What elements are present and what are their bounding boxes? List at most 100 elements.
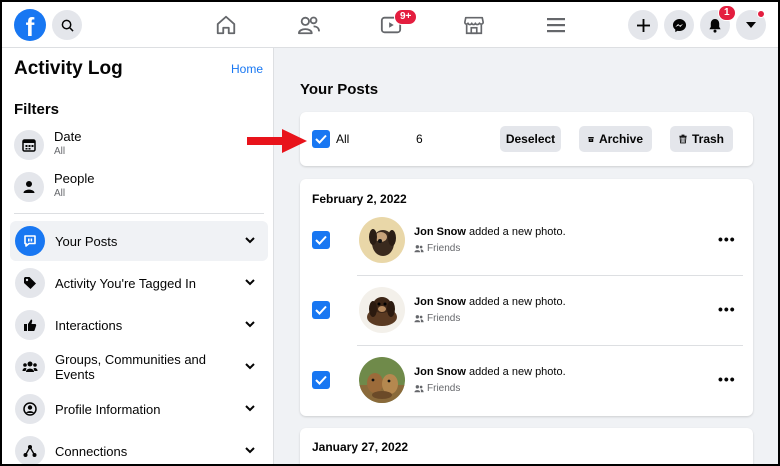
trash-icon bbox=[679, 134, 687, 144]
filter-people-value: All bbox=[54, 188, 66, 199]
sidebar-item-groups[interactable]: Groups, Communities and Events bbox=[10, 347, 268, 387]
archive-icon bbox=[588, 136, 594, 142]
selected-count: 6 bbox=[416, 132, 423, 146]
person-icon bbox=[14, 172, 44, 202]
friends-icon bbox=[414, 245, 424, 253]
post-more-options-button[interactable]: ••• bbox=[718, 301, 736, 317]
sidebar-item-label: Connections bbox=[55, 444, 128, 459]
groups-icon bbox=[15, 352, 45, 382]
red-arrow-annotation bbox=[247, 129, 307, 153]
deselect-button[interactable]: Deselect bbox=[500, 126, 561, 152]
chevron-down-icon bbox=[245, 447, 255, 454]
activity-log-sidebar: Activity Log Home Filters Date All Peopl… bbox=[2, 48, 274, 464]
post-author[interactable]: Jon Snow bbox=[414, 366, 466, 378]
checkmark-icon bbox=[315, 305, 327, 315]
post-more-options-button[interactable]: ••• bbox=[718, 371, 736, 387]
post-more-options-button[interactable]: ••• bbox=[718, 231, 736, 247]
post-checkbox[interactable] bbox=[312, 371, 330, 389]
messenger-button[interactable] bbox=[664, 10, 694, 40]
post-action: added a new photo. bbox=[465, 296, 566, 308]
post-checkbox[interactable] bbox=[312, 231, 330, 249]
friends-icon bbox=[414, 315, 424, 323]
marketplace-nav-button[interactable] bbox=[461, 12, 487, 38]
selection-bar: All 6 Deselect Archive Trash bbox=[300, 112, 753, 166]
home-nav-button[interactable] bbox=[213, 12, 239, 38]
posts-group-card: January 27, 2022 bbox=[300, 428, 753, 464]
tag-icon bbox=[15, 268, 45, 298]
post-row[interactable]: Jon Snow added a new photo. Friends ••• bbox=[300, 205, 753, 275]
post-text: Jon Snow added a new photo. bbox=[414, 226, 566, 238]
menu-nav-button[interactable] bbox=[543, 12, 569, 38]
post-text: Jon Snow added a new photo. bbox=[414, 366, 566, 378]
post-author[interactable]: Jon Snow bbox=[414, 226, 466, 238]
create-button[interactable] bbox=[628, 10, 658, 40]
chevron-down-icon bbox=[245, 237, 255, 244]
friends-icon bbox=[297, 16, 320, 35]
chevron-down-icon bbox=[245, 279, 255, 286]
post-audience-label: Friends bbox=[427, 243, 461, 254]
messenger-icon bbox=[672, 18, 686, 32]
sidebar-item-label: Interactions bbox=[55, 318, 123, 333]
browser-frame: f 9+ 1 Activity Log Home Filters Date Al… bbox=[0, 0, 780, 466]
chevron-down-icon bbox=[245, 321, 255, 328]
top-navigation-bar: f 9+ 1 bbox=[2, 2, 778, 48]
deselect-label: Deselect bbox=[505, 132, 556, 146]
post-photo-thumbnail[interactable] bbox=[359, 217, 405, 263]
notifications-badge: 1 bbox=[718, 5, 736, 21]
sidebar-item-label: Groups, Communities and Events bbox=[55, 352, 207, 382]
home-link[interactable]: Home bbox=[231, 62, 263, 76]
trash-label: Trash bbox=[691, 132, 724, 146]
checkmark-icon bbox=[315, 375, 327, 385]
select-all-label: All bbox=[336, 132, 350, 146]
filter-date-label: Date bbox=[54, 129, 82, 144]
sidebar-item-profile-information[interactable]: Profile Information bbox=[10, 389, 268, 429]
sidebar-item-interactions[interactable]: Interactions bbox=[10, 305, 268, 345]
page-title: Activity Log bbox=[14, 58, 123, 79]
post-audience: Friends bbox=[414, 243, 460, 254]
post-action: added a new photo. bbox=[465, 366, 566, 378]
account-alert-dot bbox=[757, 10, 765, 18]
bell-icon bbox=[709, 18, 721, 33]
search-icon bbox=[61, 19, 74, 32]
post-row[interactable]: Jon Snow added a new photo. Friends ••• bbox=[300, 345, 753, 415]
sidebar-item-label: Activity You're Tagged In bbox=[55, 276, 197, 291]
checkmark-icon bbox=[315, 134, 327, 144]
menu-icon bbox=[547, 18, 565, 33]
friends-nav-button[interactable] bbox=[296, 12, 322, 38]
post-row[interactable]: Jon Snow added a new photo. Friends ••• bbox=[300, 275, 753, 345]
chevron-down-icon bbox=[245, 363, 255, 370]
filter-people[interactable]: People All bbox=[14, 170, 264, 206]
select-all-checkbox[interactable] bbox=[312, 130, 330, 148]
profile-icon bbox=[15, 394, 45, 424]
checkmark-icon bbox=[315, 235, 327, 245]
date-heading: February 2, 2022 bbox=[312, 192, 407, 206]
sidebar-item-label: Your Posts bbox=[55, 234, 118, 249]
calendar-icon bbox=[14, 130, 44, 160]
post-author[interactable]: Jon Snow bbox=[414, 296, 466, 308]
post-checkbox[interactable] bbox=[312, 301, 330, 319]
chevron-down-icon bbox=[245, 405, 255, 412]
sidebar-item-connections[interactable]: Connections bbox=[10, 431, 268, 464]
filter-date[interactable]: Date All bbox=[14, 128, 264, 164]
caret-down-icon bbox=[746, 22, 756, 28]
sidebar-item-label: Profile Information bbox=[55, 402, 161, 417]
search-button[interactable] bbox=[52, 10, 82, 40]
sidebar-item-your-posts[interactable]: Your Posts bbox=[10, 221, 268, 261]
thumbs-up-icon bbox=[15, 310, 45, 340]
friends-icon bbox=[414, 385, 424, 393]
trash-button[interactable]: Trash bbox=[670, 126, 733, 152]
post-audience: Friends bbox=[414, 383, 460, 394]
archive-label: Archive bbox=[598, 132, 643, 146]
plus-icon bbox=[636, 18, 650, 32]
post-audience: Friends bbox=[414, 313, 460, 324]
post-text: Jon Snow added a new photo. bbox=[414, 296, 566, 308]
post-icon bbox=[15, 226, 45, 256]
sidebar-item-tagged[interactable]: Activity You're Tagged In bbox=[10, 263, 268, 303]
date-heading: January 27, 2022 bbox=[312, 440, 409, 454]
post-photo-thumbnail[interactable] bbox=[359, 357, 405, 403]
post-audience-label: Friends bbox=[427, 313, 461, 324]
marketplace-icon bbox=[464, 16, 484, 35]
facebook-logo[interactable]: f bbox=[14, 9, 46, 41]
post-photo-thumbnail[interactable] bbox=[359, 287, 405, 333]
archive-button[interactable]: Archive bbox=[579, 126, 652, 152]
